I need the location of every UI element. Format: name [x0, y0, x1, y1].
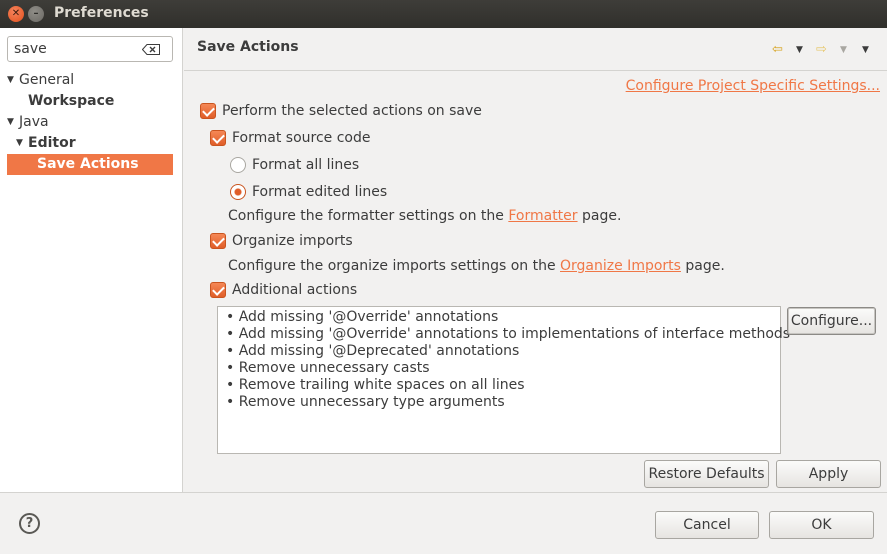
window-title: Preferences [54, 5, 149, 21]
formatter-hint: Configure the formatter settings on the … [228, 208, 622, 224]
window-title-bar: ✕ – Preferences [0, 0, 887, 28]
list-item: Remove unnecessary type arguments [226, 394, 772, 411]
clear-search-icon[interactable] [142, 44, 160, 55]
checkbox-checked-icon[interactable] [200, 103, 216, 119]
expand-arrow-icon[interactable]: ▼ [16, 133, 28, 154]
preferences-tree-pane: ▼General Workspace ▼Java ▼Editor Save Ac… [0, 28, 183, 492]
radio-unselected-icon[interactable] [230, 157, 246, 173]
page-navigation-toolbar: ⇦ ▼ ⇨ ▼ ▼ [772, 41, 880, 59]
perform-actions-checkbox[interactable]: Perform the selected actions on save [200, 101, 500, 121]
checkbox-checked-icon[interactable] [210, 233, 226, 249]
format-all-lines-radio[interactable]: Format all lines [230, 155, 390, 175]
filter-search-box[interactable] [7, 36, 173, 62]
expand-arrow-icon[interactable]: ▼ [7, 70, 19, 91]
radio-selected-icon[interactable] [230, 184, 246, 200]
organize-imports-link[interactable]: Organize Imports [560, 258, 681, 274]
page-title: Save Actions [197, 39, 299, 55]
back-arrow-icon[interactable]: ⇦ [772, 41, 783, 59]
minimize-window-icon[interactable]: – [28, 6, 44, 22]
help-icon[interactable]: ? [19, 513, 40, 534]
forward-dropdown-icon[interactable]: ▼ [840, 41, 847, 59]
list-item: Add missing '@Override' annotations [226, 309, 772, 326]
format-source-checkbox[interactable]: Format source code [210, 128, 410, 148]
organize-imports-hint: Configure the organize imports settings … [228, 258, 725, 274]
view-menu-icon[interactable]: ▼ [862, 41, 869, 59]
configure-button[interactable]: Configure... [787, 307, 876, 335]
configure-project-settings-link[interactable]: Configure Project Specific Settings... [626, 78, 880, 94]
forward-arrow-icon[interactable]: ⇨ [816, 41, 827, 59]
tree-item-workspace[interactable]: Workspace [28, 91, 114, 112]
additional-actions-list[interactable]: Add missing '@Override' annotations Add … [217, 306, 790, 454]
back-dropdown-icon[interactable]: ▼ [796, 41, 803, 59]
ok-button[interactable]: OK [769, 511, 874, 539]
checkbox-checked-icon[interactable] [210, 130, 226, 146]
format-edited-lines-radio[interactable]: Format edited lines [230, 182, 410, 202]
formatter-link[interactable]: Formatter [508, 208, 577, 224]
cancel-button[interactable]: Cancel [655, 511, 759, 539]
close-window-icon[interactable]: ✕ [8, 6, 24, 22]
list-item: Remove unnecessary casts [226, 360, 772, 377]
tree-item-editor[interactable]: ▼ Editor [16, 133, 76, 154]
list-item: Add missing '@Deprecated' annotations [226, 343, 772, 360]
checkbox-checked-icon[interactable] [210, 282, 226, 298]
restore-defaults-button[interactable]: Restore Defaults [644, 460, 769, 488]
header-divider [184, 70, 887, 71]
filter-search-input[interactable] [14, 40, 134, 58]
apply-button[interactable]: Apply [776, 460, 881, 488]
additional-actions-checkbox[interactable]: Additional actions [210, 280, 390, 300]
organize-imports-checkbox[interactable]: Organize imports [210, 231, 390, 251]
tree-item-general[interactable]: ▼ General [7, 70, 74, 91]
tree-item-java[interactable]: ▼ Java [7, 112, 49, 133]
expand-arrow-icon[interactable]: ▼ [7, 112, 19, 133]
footer-divider [0, 492, 887, 493]
tree-item-save-actions[interactable]: Save Actions [7, 154, 173, 175]
list-item: Add missing '@Override' annotations to i… [226, 326, 790, 343]
list-item: Remove trailing white spaces on all line… [226, 377, 772, 394]
